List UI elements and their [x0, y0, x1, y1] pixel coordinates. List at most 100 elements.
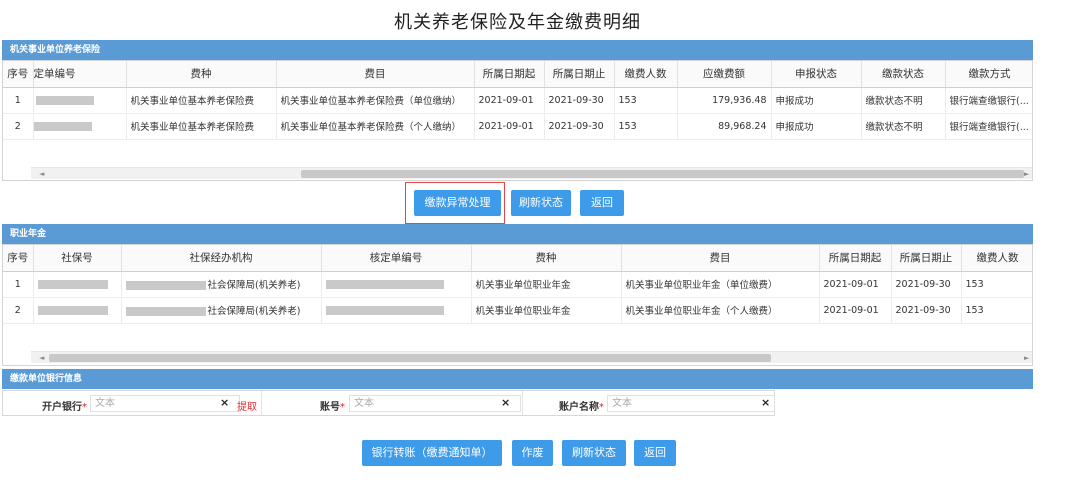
- seq-cell: 2: [3, 113, 34, 140]
- scroll-left-icon[interactable]: ◄: [39, 352, 44, 364]
- scrollbar-thumb[interactable]: [49, 354, 771, 362]
- account-input[interactable]: 文本: [349, 395, 521, 412]
- column-header[interactable]: 序号: [3, 245, 34, 272]
- redacted-value: [35, 95, 94, 105]
- account-name-label: 账户名称*: [559, 402, 604, 413]
- table-row[interactable]: 1 社会保障局(机关养老) 机关事业单位职业年金 机关事业单位职业年金（单位缴费） 20…: [3, 271, 1032, 298]
- fee-type-cell: 机关事业单位职业年金: [471, 297, 622, 324]
- divider: [522, 391, 523, 415]
- pension-grid-header: 序号 定单编号 费种 费目 所属日期起 所属日期止 缴费人数 应缴费额 申报状态 缴款状态 缴款方式: [3, 61, 1032, 88]
- fee-type-cell: 机关事业单位基本养老保险费: [126, 113, 277, 140]
- bank-transfer-button[interactable]: 银行转账（缴费通知单）: [362, 440, 502, 466]
- column-header[interactable]: 费目: [276, 61, 475, 88]
- column-header[interactable]: 核定单编号: [321, 245, 472, 272]
- column-header[interactable]: 缴费人数: [961, 245, 1032, 272]
- clear-bank-icon[interactable]: ×: [220, 396, 229, 409]
- date-to-cell: 2021-09-30: [891, 271, 962, 298]
- social-security-no-cell: [33, 297, 122, 324]
- persons-cell: 153: [614, 113, 678, 140]
- divider: [261, 391, 262, 415]
- column-header[interactable]: 费种: [471, 245, 622, 272]
- pay-method-cell: 银行端查缴银行(...: [945, 113, 1032, 140]
- redacted-value: [33, 121, 92, 131]
- seq-cell: 2: [3, 297, 34, 324]
- agency-name: 社会保障局(机关养老): [207, 306, 301, 317]
- date-to-cell: 2021-09-30: [544, 113, 615, 140]
- agency-name: 社会保障局(机关养老): [207, 280, 301, 291]
- back-button[interactable]: 返回: [580, 190, 624, 216]
- persons-cell: 153: [614, 87, 678, 114]
- clear-account-icon[interactable]: ×: [501, 396, 510, 409]
- scroll-right-icon[interactable]: ►: [1024, 168, 1029, 180]
- agency-cell: 社会保障局(机关养老): [121, 271, 322, 298]
- annuity-grid-scrollbar[interactable]: ◄ ►: [31, 351, 1032, 363]
- date-from-cell: 2021-09-01: [474, 87, 545, 114]
- fetch-bank-link[interactable]: 提取: [237, 398, 257, 413]
- order-no-cell: [33, 87, 127, 114]
- redacted-value: [37, 279, 108, 289]
- column-header[interactable]: 所属日期起: [819, 245, 892, 272]
- pension-grid-scrollbar[interactable]: ◄ ►: [31, 167, 1032, 179]
- pay-method-cell: 银行端查缴银行(...: [945, 87, 1032, 114]
- account-label: 账号*: [320, 402, 345, 413]
- page-title: 机关养老保险及年金缴费明细: [394, 12, 641, 33]
- column-header[interactable]: 社保号: [33, 245, 122, 272]
- exception-handling-button[interactable]: 缴款异常处理: [414, 190, 501, 216]
- column-header[interactable]: 应缴费额: [677, 61, 772, 88]
- redacted-value: [125, 307, 206, 316]
- date-from-cell: 2021-09-01: [474, 113, 545, 140]
- date-from-cell: 2021-09-01: [819, 271, 892, 298]
- column-header[interactable]: 序号: [3, 61, 34, 88]
- fee-type-cell: 机关事业单位职业年金: [471, 271, 622, 298]
- column-header[interactable]: 所属日期止: [544, 61, 615, 88]
- declare-status-cell: 申报成功: [771, 113, 862, 140]
- refresh-status-button[interactable]: 刷新状态: [511, 190, 571, 216]
- annuity-grid-header: 序号 社保号 社保经办机构 核定单编号 费种 费目 所属日期起 所属日期止 缴费人数: [3, 245, 1032, 272]
- column-header[interactable]: 费种: [126, 61, 277, 88]
- bank-info-form: 开户银行* 文本 × 提取 账号* 文本 × 账户名称* 文本 ×: [2, 390, 775, 416]
- seq-cell: 1: [3, 271, 34, 298]
- declare-status-cell: 申报成功: [771, 87, 862, 114]
- column-header[interactable]: 所属日期止: [891, 245, 962, 272]
- account-name-input[interactable]: 文本: [607, 395, 775, 412]
- column-header[interactable]: 申报状态: [771, 61, 862, 88]
- fee-item-cell: 机关事业单位基本养老保险费（个人缴纳）: [276, 113, 475, 140]
- date-to-cell: 2021-09-30: [544, 87, 615, 114]
- column-header[interactable]: 定单编号: [33, 61, 127, 88]
- redacted-value: [325, 279, 444, 289]
- table-row[interactable]: 2 社会保障局(机关养老) 机关事业单位职业年金 机关事业单位职业年金（个人缴费） 20…: [3, 297, 1032, 324]
- column-header[interactable]: 缴款方式: [945, 61, 1032, 88]
- table-row[interactable]: 1 机关事业单位基本养老保险费 机关事业单位基本养老保险费（单位缴纳） 2021-09…: [3, 87, 1032, 114]
- fee-item-cell: 机关事业单位职业年金（单位缴费）: [621, 271, 820, 298]
- refresh-status-button-bottom[interactable]: 刷新状态: [562, 440, 626, 466]
- redacted-value: [125, 281, 206, 290]
- column-header[interactable]: 所属日期起: [474, 61, 545, 88]
- seq-cell: 1: [3, 87, 34, 114]
- bank-label: 开户银行*: [42, 402, 87, 413]
- pension-grid: 序号 定单编号 费种 费目 所属日期起 所属日期止 缴费人数 应缴费额 申报状态 缴款状态 缴款方式…: [2, 60, 1033, 181]
- scrollbar-thumb[interactable]: [301, 170, 1024, 178]
- column-header[interactable]: 社保经办机构: [121, 245, 322, 272]
- bank-info-section-header: 缴款单位银行信息: [2, 369, 1033, 389]
- clear-account-name-icon[interactable]: ×: [761, 396, 770, 409]
- order-no-cell: [33, 113, 127, 140]
- persons-cell: 153: [961, 271, 1032, 298]
- table-row[interactable]: 2 机关事业单位基本养老保险费 机关事业单位基本养老保险费（个人缴纳） 2021-09…: [3, 113, 1032, 140]
- column-header[interactable]: 费目: [621, 245, 820, 272]
- approval-no-cell: [321, 271, 472, 298]
- bank-input[interactable]: 文本: [90, 395, 240, 412]
- fee-type-cell: 机关事业单位基本养老保险费: [126, 87, 277, 114]
- annuity-grid: 序号 社保号 社保经办机构 核定单编号 费种 费目 所属日期起 所属日期止 缴费人数 1 社会保障…: [2, 244, 1033, 366]
- social-security-no-cell: [33, 271, 122, 298]
- column-header[interactable]: 缴款状态: [861, 61, 946, 88]
- date-to-cell: 2021-09-30: [891, 297, 962, 324]
- void-button[interactable]: 作废: [512, 440, 553, 466]
- redacted-value: [37, 305, 108, 315]
- scroll-left-icon[interactable]: ◄: [39, 168, 44, 180]
- fee-item-cell: 机关事业单位职业年金（个人缴费）: [621, 297, 820, 324]
- persons-cell: 153: [961, 297, 1032, 324]
- column-header[interactable]: 缴费人数: [614, 61, 678, 88]
- date-from-cell: 2021-09-01: [819, 297, 892, 324]
- scroll-right-icon[interactable]: ►: [1024, 352, 1029, 364]
- back-button-bottom[interactable]: 返回: [634, 440, 676, 466]
